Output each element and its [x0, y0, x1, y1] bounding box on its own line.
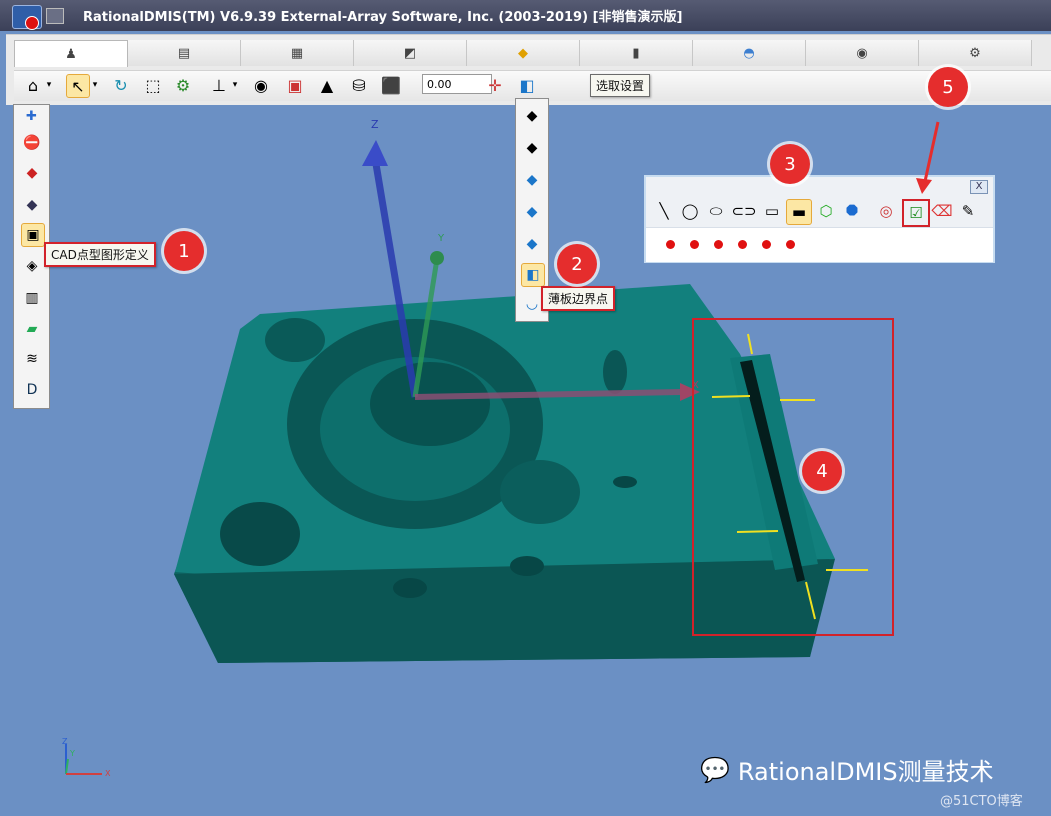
- home-dropdown-icon[interactable]: ▾: [44, 74, 54, 96]
- cursor-plane-icon[interactable]: ▰: [21, 318, 43, 340]
- home-icon[interactable]: ⌂: [22, 74, 44, 96]
- watermark: 💬 RationalDMIS测量技术: [700, 752, 994, 787]
- check-icon[interactable]: ☑: [902, 199, 930, 227]
- palette-icon: ◆: [518, 45, 528, 61]
- point-marker: [714, 240, 723, 249]
- value-field[interactable]: 0.00: [422, 74, 492, 94]
- point-marker: [786, 240, 795, 249]
- tab-palette[interactable]: ◆: [467, 40, 580, 66]
- thin-plate-tool-icon[interactable]: ◧: [516, 74, 538, 96]
- cursor-red-icon[interactable]: ◆: [21, 162, 43, 184]
- tab-eye[interactable]: ◉: [806, 40, 919, 66]
- thin-plate-tooltip: 薄板边界点: [541, 286, 616, 311]
- cad-axis-icon[interactable]: ⊥: [208, 74, 230, 96]
- slot-icon[interactable]: ⊂⊃: [731, 199, 756, 223]
- settings-icon: ⚙: [969, 45, 981, 61]
- cursor-stack-icon[interactable]: ≋: [21, 348, 43, 370]
- eye-icon: ◉: [856, 45, 868, 61]
- window-menu-icon[interactable]: [46, 8, 64, 24]
- gauge-icon[interactable]: ◎: [874, 199, 898, 223]
- cursor-layer-icon[interactable]: ◈: [21, 255, 43, 277]
- cad-point-tooltip: CAD点型图形定义: [44, 242, 156, 267]
- line-icon[interactable]: ╲: [652, 199, 676, 223]
- camera-icon: ▮: [632, 45, 640, 61]
- cursor-d-icon[interactable]: D: [21, 379, 43, 401]
- view-eye-icon[interactable]: ◉: [250, 74, 272, 96]
- translate-icon[interactable]: ✛: [484, 74, 506, 96]
- cursor-no-icon[interactable]: ⛔: [21, 132, 43, 154]
- tab-camera[interactable]: ▮: [580, 40, 693, 66]
- tab-measure[interactable]: ◩: [354, 40, 467, 66]
- pin-icon[interactable]: ✚: [26, 109, 37, 124]
- annotation-badge-4: 4: [802, 451, 842, 491]
- oct-8-icon[interactable]: ⯃: [840, 199, 864, 223]
- tab-probe[interactable]: ♟: [14, 40, 128, 67]
- curve-icon[interactable]: ◡: [521, 293, 543, 315]
- tab-document[interactable]: ▤: [128, 40, 241, 66]
- point-marker: [762, 240, 771, 249]
- color-map-icon[interactable]: ▣: [284, 74, 306, 96]
- panel-close-button[interactable]: X: [970, 180, 988, 194]
- annotation-badge-2: 2: [557, 244, 597, 284]
- annotation-badge-3: 3: [770, 144, 810, 184]
- cad-dropdown-icon[interactable]: ▾: [230, 74, 240, 96]
- pick-cube-icon[interactable]: ⬛: [380, 74, 402, 96]
- app-logo-icon[interactable]: [12, 5, 42, 30]
- point-marker: [666, 240, 675, 249]
- mini-axis-z: Z: [62, 737, 68, 746]
- select-pointer-icon[interactable]: ↖: [66, 74, 90, 98]
- watermark-text: RationalDMIS测量技术: [737, 758, 994, 786]
- measure-icon: ◩: [403, 45, 417, 61]
- annotation-badge-1: 1: [164, 231, 204, 271]
- cube-face-icon[interactable]: ◆: [521, 169, 543, 191]
- robot-icon[interactable]: ⚙: [172, 74, 194, 96]
- grid-icon: ▦: [290, 45, 304, 61]
- circle-icon[interactable]: ◯: [678, 199, 702, 223]
- tab-shield[interactable]: ◓: [693, 40, 806, 66]
- axis-y-label: Y: [437, 233, 445, 244]
- tab-settings[interactable]: ⚙: [919, 40, 1032, 66]
- point-marker: [690, 240, 699, 249]
- edit-icon[interactable]: ✎: [956, 199, 980, 223]
- cube-point-icon[interactable]: ◆: [521, 201, 543, 223]
- feature-panel: X ╲ ◯ ⬭ ⊂⊃ ▭ ▬ ⬡ ⯃ ◎ ☑ ⌫ ✎: [644, 175, 995, 263]
- cube-vector-icon[interactable]: ◆: [521, 233, 543, 255]
- cursor-slot-icon[interactable]: ▥: [21, 287, 43, 309]
- round-slot-icon[interactable]: ▭: [760, 199, 784, 223]
- highlight-box-points: [692, 318, 894, 636]
- title-bar: RationalDMIS(TM) V6.9.39 External-Array …: [0, 0, 1051, 31]
- point-list: [646, 227, 993, 262]
- arrow-annotation: [916, 121, 940, 194]
- mini-axis-y: Y: [69, 749, 75, 758]
- hex-6-icon[interactable]: ⬡: [814, 199, 838, 223]
- ellipse-icon[interactable]: ⬭: [704, 199, 728, 223]
- thin-plate-icon[interactable]: ◧: [521, 263, 545, 287]
- probe-icon: ♟: [65, 46, 77, 62]
- camera-capture-icon[interactable]: ▲: [316, 74, 338, 96]
- rotate-icon[interactable]: ↻: [110, 74, 132, 96]
- zoom-fit-icon[interactable]: ⬚: [142, 74, 164, 96]
- cylinder-icon[interactable]: ⛁: [348, 74, 370, 96]
- cursor-cube-icon[interactable]: ◆: [21, 194, 43, 216]
- eraser-icon[interactable]: ⌫: [930, 199, 954, 223]
- point-marker: [738, 240, 747, 249]
- pick-settings-tooltip: 选取设置: [590, 74, 651, 97]
- window-title: RationalDMIS(TM) V6.9.39 External-Array …: [83, 10, 683, 25]
- source-credit: @51CTO博客: [940, 794, 1023, 809]
- cube-edge-icon[interactable]: ◆: [521, 137, 543, 159]
- cube-pick-icon[interactable]: ◆: [521, 105, 543, 127]
- document-icon: ▤: [177, 45, 191, 61]
- rect-slot-icon[interactable]: ▬: [786, 199, 812, 225]
- tab-strip: ♟ ▤ ▦ ◩ ◆ ▮ ◓ ◉ ⚙: [14, 40, 1051, 68]
- main-toolbar: ⌂ ▾ ↖ ▾ ↻ ⬚ ⚙ ⊥ ▾ ◉ ▣ ▲ ⛁ ⬛ 0.00 ✛ ◧: [14, 70, 1051, 101]
- wechat-icon: 💬: [700, 755, 730, 784]
- shield-icon: ◓: [743, 45, 755, 61]
- annotation-badge-5: 5: [928, 67, 968, 107]
- axis-z-label: Z: [371, 118, 379, 131]
- tab-grid[interactable]: ▦: [241, 40, 354, 66]
- mini-axis-x: X: [105, 769, 111, 778]
- pointer-dropdown-icon[interactable]: ▾: [90, 74, 100, 96]
- cursor-selected-icon[interactable]: ▣: [21, 223, 45, 247]
